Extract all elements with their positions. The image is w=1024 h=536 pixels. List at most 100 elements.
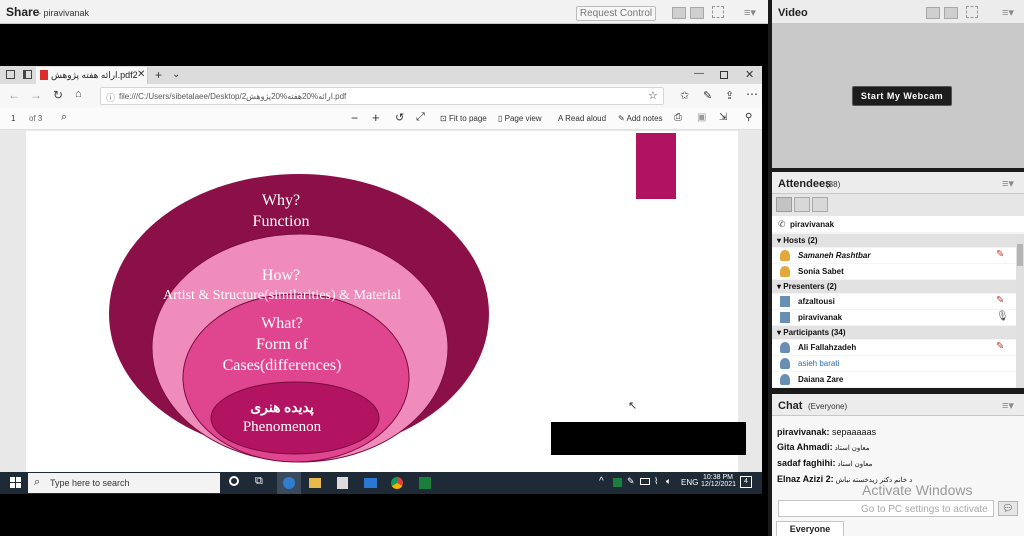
address-bar-row: ← → ↻ ⌂ ⓘ file:///C:/Users/sibetalaee/De… [0,84,762,108]
clock[interactable]: 10:38 PM 12/12/2021 [701,474,736,488]
more-icon[interactable]: ⋯ [746,87,758,101]
minimize-icon[interactable]: — [694,68,704,79]
set-tabs-aside-icon[interactable] [23,70,32,79]
chat-input[interactable]: Go to PC settings to activate [778,500,994,517]
battery-icon[interactable] [640,478,650,485]
cortana-icon[interactable] [229,476,239,486]
tray-pen-icon[interactable]: ✎ [627,476,635,487]
read-aloud-button[interactable]: A Read aloud [558,114,606,123]
chat-message: Gita Ahmadi: معاون استاد [777,442,870,452]
add-notes-label: Add notes [626,114,663,123]
fit-to-page-button[interactable]: ⊡ Fit to page [440,114,487,123]
fullscreen-view-icon[interactable] [690,7,704,19]
video-menu-icon[interactable]: ≡▾ [1002,6,1014,19]
url-input[interactable]: ⓘ file:///C:/Users/sibetalaee/Desktop/2ا… [100,87,664,105]
tray-app-icon[interactable] [613,478,622,487]
list-view-icon[interactable] [776,197,792,212]
refresh-icon[interactable]: ↻ [53,88,63,102]
attendee-row[interactable]: Sonia Sabet [772,264,1016,279]
attendee-name: piravivanak [798,313,843,322]
print-icon[interactable]: ⎙ [674,112,682,123]
start-windows-icon[interactable] [10,477,21,488]
attendees-pod: Attendees (38) ≡▾ ✆ piravivanak ▾ Hosts … [772,172,1024,388]
attendee-row[interactable]: Ali Fallahzadeh ✎ [772,340,1016,355]
store-icon[interactable] [337,477,348,489]
notification-center-icon[interactable]: 4 [740,476,752,488]
attendee-row[interactable]: Samaneh Rashtbar ✎ [772,248,1016,263]
new-tab-icon[interactable]: + [155,68,162,82]
tab-list-chevron-icon[interactable]: ⌄ [172,69,180,80]
tray-chevron-icon[interactable]: ^ [599,476,604,487]
video-grid-icon[interactable] [926,7,940,19]
second-line1: How? [262,267,300,284]
save-icon[interactable]: ▣ [697,112,706,123]
attendees-menu-icon[interactable]: ≡▾ [1002,177,1014,190]
add-notes-icon: ✎ [618,114,625,123]
zoom-in-icon[interactable]: + [372,110,380,125]
layout-icon[interactable] [672,7,686,19]
fullscreen-icon[interactable]: ⤢ [416,111,425,124]
status-view-icon[interactable] [812,197,828,212]
add-notes-button[interactable]: ✎ Add notes [618,114,663,123]
pen-icon[interactable]: ✎ [703,89,712,102]
attendee-name: Ali Fallahzadeh [798,343,857,352]
start-webcam-button[interactable]: Start My Webcam [852,86,952,106]
browser-tab-active[interactable]: ارائه هفته پژوهش.pdf2 ✕ [36,67,148,84]
attendees-scrollbar[interactable] [1016,234,1024,388]
window-close-icon[interactable]: ✕ [745,68,754,81]
hosts-group-label: ▾ Hosts (2) [777,236,818,245]
favorite-star-icon[interactable]: ☆ [648,89,658,102]
participants-group-header[interactable]: ▾ Participants (34) [772,326,1016,339]
page-number-input[interactable]: 1 [11,114,15,123]
language-indicator[interactable]: ENG [681,478,698,487]
request-control-button[interactable]: Request Control [576,6,656,21]
network-icon[interactable]: ⌇ [654,476,658,487]
attendee-row[interactable]: asieh barati [772,356,1016,371]
search-icon[interactable]: ⌕ [61,111,67,124]
presenters-group-header[interactable]: ▾ Presenters (2) [772,280,1016,293]
attendee-row[interactable]: Daiana Zare [772,372,1016,387]
zoom-out-icon[interactable]: − [351,111,358,125]
back-icon[interactable]: ← [8,88,20,102]
activate-windows-watermark: Activate Windows [862,482,973,498]
video-expand-icon[interactable] [966,6,978,18]
volume-icon[interactable]: 🔈︎ [666,476,671,487]
share-menu-icon[interactable]: ≡▾ [744,6,756,19]
right-pods-column: Video ≡▾ Start My Webcam Attendees (38) … [768,0,1024,536]
share-icon[interactable]: ⇪ [725,89,734,102]
chat-tab-everyone[interactable]: Everyone [776,521,844,536]
forward-icon[interactable]: → [30,88,42,102]
attendee-self-name: piravivanak [790,220,835,229]
share-pod-title: Share [6,5,40,19]
task-view-icon[interactable]: ⧉ [255,475,263,488]
page-view-button[interactable]: ▯ Page view [498,114,542,123]
pin-toolbar-icon[interactable]: ⚲ [745,112,752,123]
mail-icon[interactable] [364,478,377,488]
attendees-scroll-thumb[interactable] [1017,244,1023,266]
send-chat-icon[interactable]: 💬︎ [998,501,1018,516]
chrome-icon[interactable] [391,477,403,489]
favorites-icon[interactable]: ✩ [680,89,689,102]
save-as-icon[interactable]: ⇲ [719,112,727,123]
tab-actions-icon[interactable] [6,70,15,79]
page-view-icon: ▯ [498,114,503,123]
attendee-row[interactable]: afzaltousi ✎ [772,294,1016,309]
host-icon [780,250,790,261]
file-explorer-icon[interactable] [309,478,321,488]
chat-menu-icon[interactable]: ≡▾ [1002,399,1014,412]
third-line2: Form of [256,336,309,353]
hosts-group-header[interactable]: ▾ Hosts (2) [772,234,1016,247]
home-icon[interactable]: ⌂ [75,88,82,100]
attendee-self-row[interactable]: ✆ piravivanak [772,216,1024,232]
excel-icon[interactable] [419,477,431,489]
expand-icon[interactable] [712,6,724,18]
rotate-icon[interactable]: ↺ [395,111,404,124]
tab-close-icon[interactable]: ✕ [137,69,145,80]
attendee-row[interactable]: piravivanak 🎙︎ [772,310,1016,325]
restore-icon[interactable] [720,71,728,79]
video-filmstrip-icon[interactable] [944,7,958,19]
taskbar-edge-app[interactable] [277,472,301,494]
breakout-view-icon[interactable] [794,197,810,212]
phone-icon: ✆ [778,219,786,229]
taskbar-search-box[interactable]: ⌕ Type here to search [28,473,220,493]
